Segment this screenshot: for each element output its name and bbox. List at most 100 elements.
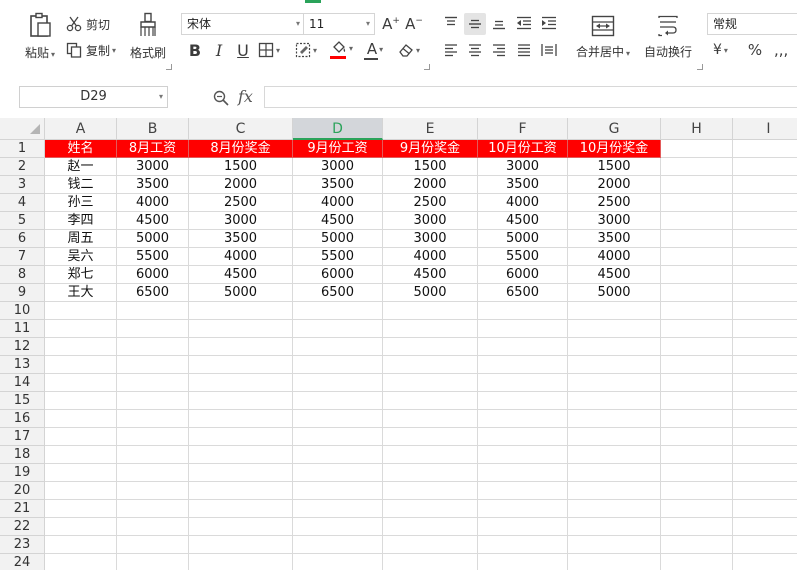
cell-i11[interactable] xyxy=(733,320,797,338)
cell-d5[interactable]: 4500 xyxy=(293,212,383,230)
cell-h6[interactable] xyxy=(661,230,733,248)
cell-a23[interactable] xyxy=(45,536,117,554)
fill-color-button[interactable]: ▾ xyxy=(330,40,354,60)
cell-i1[interactable] xyxy=(733,140,797,158)
cell-f22[interactable] xyxy=(478,518,568,536)
column-header-a[interactable]: A xyxy=(45,118,117,140)
cell-c24[interactable] xyxy=(189,554,293,570)
cell-h14[interactable] xyxy=(661,374,733,392)
cell-c12[interactable] xyxy=(189,338,293,356)
row-header-19[interactable]: 19 xyxy=(0,464,45,482)
formula-input[interactable] xyxy=(264,86,797,108)
cell-g2[interactable]: 1500 xyxy=(568,158,661,176)
cell-b15[interactable] xyxy=(117,392,189,410)
cell-i15[interactable] xyxy=(733,392,797,410)
row-header-18[interactable]: 18 xyxy=(0,446,45,464)
cell-f20[interactable] xyxy=(478,482,568,500)
cell-a2[interactable]: 赵一 xyxy=(45,158,117,176)
cell-h10[interactable] xyxy=(661,302,733,320)
cell-f14[interactable] xyxy=(478,374,568,392)
decrease-indent-button[interactable] xyxy=(514,13,534,33)
cell-h17[interactable] xyxy=(661,428,733,446)
cell-e18[interactable] xyxy=(383,446,478,464)
cell-h24[interactable] xyxy=(661,554,733,570)
cell-f18[interactable] xyxy=(478,446,568,464)
cell-b11[interactable] xyxy=(117,320,189,338)
font-group-launcher[interactable] xyxy=(424,64,430,70)
copy-button[interactable]: 复制 ▾ xyxy=(66,40,116,60)
column-header-f[interactable]: F xyxy=(478,118,568,140)
cell-g15[interactable] xyxy=(568,392,661,410)
cell-e9[interactable]: 5000 xyxy=(383,284,478,302)
row-header-24[interactable]: 24 xyxy=(0,554,45,570)
align-top-button[interactable] xyxy=(441,13,461,33)
cell-style-button[interactable]: ▾ xyxy=(295,40,317,60)
row-header-2[interactable]: 2 xyxy=(0,158,45,176)
cell-d12[interactable] xyxy=(293,338,383,356)
cell-f5[interactable]: 4500 xyxy=(478,212,568,230)
cell-b3[interactable]: 3500 xyxy=(117,176,189,194)
row-header-10[interactable]: 10 xyxy=(0,302,45,320)
row-header-1[interactable]: 1 xyxy=(0,140,45,158)
cell-a19[interactable] xyxy=(45,464,117,482)
row-header-15[interactable]: 15 xyxy=(0,392,45,410)
cell-i14[interactable] xyxy=(733,374,797,392)
cell-g11[interactable] xyxy=(568,320,661,338)
cell-d2[interactable]: 3000 xyxy=(293,158,383,176)
row-header-21[interactable]: 21 xyxy=(0,500,45,518)
cell-d20[interactable] xyxy=(293,482,383,500)
cell-a16[interactable] xyxy=(45,410,117,428)
cell-g24[interactable] xyxy=(568,554,661,570)
cell-e23[interactable] xyxy=(383,536,478,554)
cell-i5[interactable] xyxy=(733,212,797,230)
cell-c17[interactable] xyxy=(189,428,293,446)
cell-d11[interactable] xyxy=(293,320,383,338)
increase-indent-button[interactable] xyxy=(539,13,559,33)
row-header-17[interactable]: 17 xyxy=(0,428,45,446)
column-header-e[interactable]: E xyxy=(383,118,478,140)
alignment-group-launcher[interactable] xyxy=(697,64,703,70)
cut-button[interactable]: 剪切 xyxy=(66,14,110,34)
cell-f11[interactable] xyxy=(478,320,568,338)
cell-b8[interactable]: 6000 xyxy=(117,266,189,284)
cell-b9[interactable]: 6500 xyxy=(117,284,189,302)
cell-h15[interactable] xyxy=(661,392,733,410)
cell-d10[interactable] xyxy=(293,302,383,320)
cell-c16[interactable] xyxy=(189,410,293,428)
cell-i3[interactable] xyxy=(733,176,797,194)
cell-g21[interactable] xyxy=(568,500,661,518)
cell-c21[interactable] xyxy=(189,500,293,518)
cell-a3[interactable]: 钱二 xyxy=(45,176,117,194)
cell-i8[interactable] xyxy=(733,266,797,284)
cell-h8[interactable] xyxy=(661,266,733,284)
underline-button[interactable]: U xyxy=(234,40,252,60)
cell-c14[interactable] xyxy=(189,374,293,392)
cell-h22[interactable] xyxy=(661,518,733,536)
row-header-20[interactable]: 20 xyxy=(0,482,45,500)
cell-c2[interactable]: 1500 xyxy=(189,158,293,176)
cell-a1[interactable]: 姓名 xyxy=(45,140,117,158)
cell-c8[interactable]: 4500 xyxy=(189,266,293,284)
row-header-6[interactable]: 6 xyxy=(0,230,45,248)
cell-c18[interactable] xyxy=(189,446,293,464)
cell-a4[interactable]: 孙三 xyxy=(45,194,117,212)
currency-button[interactable]: ¥ ▾ xyxy=(713,40,728,60)
cell-d8[interactable]: 6000 xyxy=(293,266,383,284)
cell-h1[interactable] xyxy=(661,140,733,158)
cell-b21[interactable] xyxy=(117,500,189,518)
cell-f21[interactable] xyxy=(478,500,568,518)
merge-center-button[interactable]: 合并居中 ▾ xyxy=(572,12,634,62)
row-header-22[interactable]: 22 xyxy=(0,518,45,536)
cell-b17[interactable] xyxy=(117,428,189,446)
column-header-c[interactable]: C xyxy=(189,118,293,140)
row-header-11[interactable]: 11 xyxy=(0,320,45,338)
cell-e11[interactable] xyxy=(383,320,478,338)
zoom-icon[interactable] xyxy=(213,90,229,106)
cell-b22[interactable] xyxy=(117,518,189,536)
cell-i16[interactable] xyxy=(733,410,797,428)
cell-h7[interactable] xyxy=(661,248,733,266)
cell-g14[interactable] xyxy=(568,374,661,392)
column-header-i[interactable]: I xyxy=(733,118,797,140)
cell-d16[interactable] xyxy=(293,410,383,428)
cell-h13[interactable] xyxy=(661,356,733,374)
